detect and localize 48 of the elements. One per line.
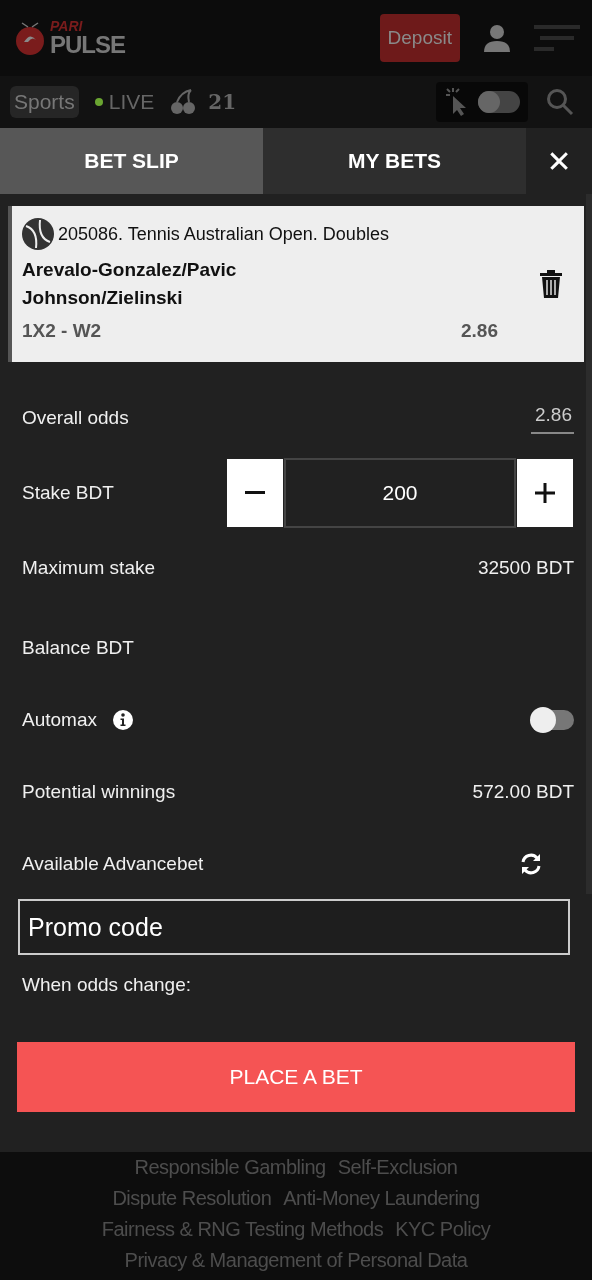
logo-text: PARI	[50, 19, 84, 33]
trash-icon[interactable]	[540, 270, 562, 298]
tab[interactable]: MY BETS	[263, 128, 526, 194]
footer-link[interactable]: Fairness & RNG Testing Methods	[101, 1218, 384, 1241]
promo-code-field[interactable]: Promo code	[18, 899, 570, 955]
toggle-switch[interactable]	[478, 91, 520, 113]
stake-input[interactable]: 200	[284, 458, 516, 528]
odds-value: 2.86	[461, 320, 498, 342]
footer-link[interactable]: Dispute Resolution	[112, 1187, 272, 1210]
cherries-icon[interactable]	[170, 89, 197, 115]
row-label: Available Advancebet	[22, 853, 204, 875]
tennis-ball-icon	[22, 218, 54, 250]
plus-button[interactable]	[516, 458, 574, 528]
search-icon[interactable]	[546, 88, 574, 116]
refresh-icon[interactable]	[520, 853, 542, 875]
plus-icon	[535, 483, 555, 503]
footer-link[interactable]: Privacy & Management of Personal Data	[124, 1249, 468, 1272]
footer-link[interactable]: KYC Policy	[395, 1218, 491, 1241]
row-label: Stake BDT	[22, 482, 114, 504]
row-label: Overall odds	[22, 407, 129, 429]
logo-text: PULSE	[50, 33, 125, 57]
team-name: Arevalo-Gonzalez/Pavic	[22, 258, 237, 282]
row-label: Maximum stake	[22, 557, 156, 579]
user-icon[interactable]	[482, 23, 512, 53]
row-label: Balance BDT	[22, 637, 134, 659]
live-dot	[94, 98, 103, 106]
nav-tab[interactable]: LIVE	[90, 86, 159, 118]
nav-tab[interactable]: Sports	[10, 86, 79, 118]
row-label: When odds change:	[22, 974, 191, 996]
blackjack-tab[interactable]: 21	[208, 90, 237, 114]
market-label: 1X2 - W2	[22, 320, 102, 342]
row-value: 572.00 BDT	[472, 781, 574, 803]
tab[interactable]: BET SLIP	[0, 128, 263, 194]
info-icon[interactable]	[113, 710, 133, 730]
footer-link[interactable]: Self-Exclusion	[337, 1156, 458, 1179]
footer-link[interactable]: Responsible Gambling	[134, 1156, 326, 1179]
minus-button[interactable]	[226, 458, 284, 528]
row-value: 32500 BDT	[477, 557, 574, 579]
automax-toggle[interactable]	[532, 710, 574, 730]
event-title: 205086. Tennis Australian Open. Doubles	[58, 223, 389, 245]
deposit-button[interactable]: Deposit	[379, 14, 460, 62]
team-name: Johnson/Zielinski	[22, 286, 184, 310]
row-label: Automax	[22, 709, 97, 731]
minus-icon	[245, 491, 265, 495]
row-value: 2.86	[531, 402, 574, 434]
footer-link[interactable]: Anti-Money Laundering	[283, 1187, 480, 1210]
place-bet-button[interactable]: PLACE A BET	[17, 1042, 575, 1112]
row-label: Potential winnings	[22, 781, 176, 803]
